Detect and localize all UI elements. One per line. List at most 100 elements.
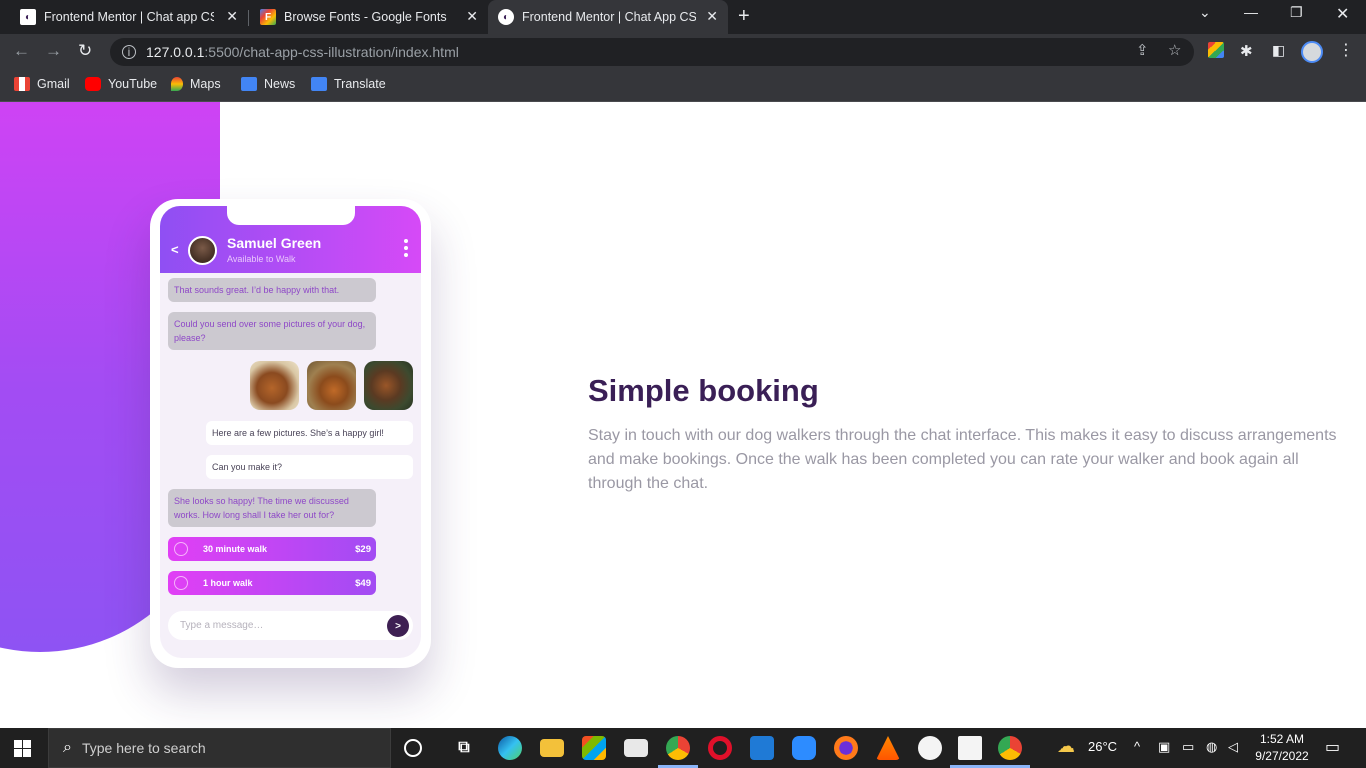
- bookmark-label: News: [264, 77, 296, 91]
- message-bubble-incoming: She looks so happy! The time we discusse…: [168, 489, 376, 527]
- frontend-mentor-favicon-icon: ◐: [498, 9, 514, 25]
- side-panel-icon[interactable]: ◧: [1272, 42, 1285, 59]
- extensions-puzzle-icon[interactable]: ✱: [1240, 42, 1253, 60]
- chevron-left-icon[interactable]: <: [171, 242, 179, 257]
- tab-frontend-mentor-active[interactable]: ◐ Frontend Mentor | Chat App CSS ✕: [488, 0, 728, 34]
- show-hidden-icons-icon[interactable]: ^: [1134, 739, 1140, 754]
- restore-icon[interactable]: ❐: [1290, 4, 1303, 21]
- extension-colorzilla-icon[interactable]: [1208, 42, 1224, 58]
- radio-icon[interactable]: [174, 576, 188, 590]
- url-host: 127.0.0.1: [146, 44, 205, 60]
- send-icon[interactable]: >: [387, 615, 409, 637]
- tab-google-fonts[interactable]: F Browse Fonts - Google Fonts ✕: [240, 0, 488, 34]
- chat-header: < Samuel Green Available to Walk: [160, 206, 421, 273]
- message-bubble-incoming: That sounds great. I’d be happy with tha…: [168, 278, 376, 302]
- zoom-icon[interactable]: [792, 736, 816, 760]
- contact-name: Samuel Green: [227, 235, 322, 251]
- weather-temperature[interactable]: 26°C: [1088, 739, 1117, 754]
- vscode-icon[interactable]: [750, 736, 774, 760]
- bookmark-label: Maps: [190, 77, 221, 91]
- windows-start-icon[interactable]: [14, 740, 31, 757]
- chrome-icon[interactable]: [666, 736, 690, 760]
- bookmark-label: Gmail: [37, 77, 70, 91]
- walk-option-1-hour[interactable]: 1 hour walk $49: [168, 571, 376, 595]
- store-icon[interactable]: [582, 736, 606, 760]
- bookmark-maps[interactable]: Maps: [171, 77, 221, 91]
- dog-photo[interactable]: [250, 361, 299, 410]
- message-input[interactable]: Type a message… >: [168, 611, 413, 640]
- close-tab-icon[interactable]: ✕: [226, 8, 238, 25]
- menu-kebab-icon[interactable]: ⋮: [1338, 40, 1354, 60]
- photos-icon[interactable]: [958, 736, 982, 760]
- volume-icon[interactable]: ◁: [1228, 739, 1238, 755]
- maps-icon: [171, 77, 183, 91]
- vpn-shield-icon[interactable]: [918, 736, 942, 760]
- page-viewport: < Samuel Green Available to Walk That so…: [0, 102, 1366, 728]
- google-fonts-favicon-icon: F: [260, 9, 276, 25]
- site-info-icon[interactable]: i: [122, 45, 136, 59]
- bookmark-youtube[interactable]: YouTube: [85, 77, 157, 91]
- meet-now-icon[interactable]: ▣: [1158, 739, 1170, 755]
- walk-option-30-min[interactable]: 30 minute walk $29: [168, 537, 376, 561]
- chrome-profile-icon[interactable]: [998, 736, 1022, 760]
- translate-icon: [311, 77, 327, 91]
- url-path: :5500/chat-app-css-illustration/index.ht…: [204, 44, 459, 60]
- address-bar[interactable]: i 127.0.0.1:5500/chat-app-css-illustrati…: [110, 38, 1194, 66]
- reload-icon[interactable]: ↻: [78, 41, 92, 61]
- contact-status: Available to Walk: [227, 254, 296, 264]
- close-tab-icon[interactable]: ✕: [466, 8, 478, 25]
- new-tab-icon[interactable]: +: [738, 5, 750, 28]
- share-icon[interactable]: ⇪: [1136, 41, 1149, 59]
- walk-option-price: $29: [355, 543, 371, 555]
- tab-search-icon[interactable]: ⌄: [1199, 4, 1211, 21]
- battery-icon[interactable]: ▭: [1182, 739, 1194, 755]
- weather-icon[interactable]: ☁: [1057, 736, 1075, 757]
- dog-photo[interactable]: [364, 361, 413, 410]
- message-bubble-incoming: Could you send over some pictures of you…: [168, 312, 376, 350]
- avatar: [188, 236, 217, 265]
- tab-bar: ◐ Frontend Mentor | Chat app CSS ✕ F Bro…: [0, 0, 1366, 34]
- taskbar-search-placeholder: Type here to search: [81, 740, 206, 756]
- walk-option-label: 1 hour walk: [203, 578, 253, 588]
- news-icon: [241, 77, 257, 91]
- message-input-placeholder: Type a message…: [180, 620, 264, 631]
- gmail-icon: [14, 77, 30, 91]
- taskbar-search-input[interactable]: ⌕ Type here to search: [48, 728, 391, 768]
- radio-icon[interactable]: [174, 542, 188, 556]
- opera-icon[interactable]: [708, 736, 732, 760]
- page-title: Simple booking: [588, 373, 819, 408]
- tab-frontend-mentor-1[interactable]: ◐ Frontend Mentor | Chat app CSS ✕: [0, 0, 248, 34]
- bookmark-translate[interactable]: Translate: [311, 77, 386, 91]
- more-options-icon[interactable]: [404, 239, 408, 257]
- network-globe-icon[interactable]: ◍: [1206, 739, 1217, 755]
- close-tab-icon[interactable]: ✕: [706, 8, 718, 25]
- firefox-icon[interactable]: [834, 736, 858, 760]
- browser-toolbar: ← → ↻ i 127.0.0.1:5500/chat-app-css-illu…: [0, 34, 1366, 70]
- file-explorer-icon[interactable]: [540, 739, 564, 757]
- close-window-icon[interactable]: ✕: [1336, 4, 1349, 24]
- profile-avatar[interactable]: [1301, 41, 1323, 63]
- phone-notch: [227, 206, 355, 225]
- mail-icon[interactable]: [624, 739, 648, 757]
- taskbar: ⌕ Type here to search ⧉ ☁ 26°C ^ ▣ ▭ ◍ ◁…: [0, 728, 1366, 768]
- edge-icon[interactable]: [498, 736, 522, 760]
- vlc-icon[interactable]: [876, 736, 900, 760]
- bookmark-news[interactable]: News: [241, 77, 295, 91]
- phone-mockup: < Samuel Green Available to Walk That so…: [150, 199, 431, 668]
- walk-option-label: 30 minute walk: [203, 544, 268, 554]
- bookmark-label: Translate: [334, 77, 386, 91]
- system-clock[interactable]: 1:52 AM 9/27/2022: [1252, 731, 1312, 765]
- message-bubble-outgoing: Here are a few pictures. She’s a happy g…: [206, 421, 413, 445]
- minimize-icon[interactable]: —: [1244, 4, 1258, 20]
- youtube-icon: [85, 77, 101, 91]
- forward-icon[interactable]: →: [45, 41, 62, 61]
- notifications-icon[interactable]: ▭: [1325, 737, 1340, 757]
- bookmark-gmail[interactable]: Gmail: [14, 77, 70, 91]
- tab-title: Browse Fonts - Google Fonts: [284, 10, 447, 24]
- dog-photo[interactable]: [307, 361, 356, 410]
- phone-screen: < Samuel Green Available to Walk That so…: [160, 206, 421, 658]
- cortana-icon[interactable]: [404, 739, 422, 757]
- task-view-icon[interactable]: ⧉: [452, 736, 476, 760]
- back-icon[interactable]: ←: [13, 41, 30, 61]
- bookmark-star-icon[interactable]: ☆: [1168, 41, 1181, 59]
